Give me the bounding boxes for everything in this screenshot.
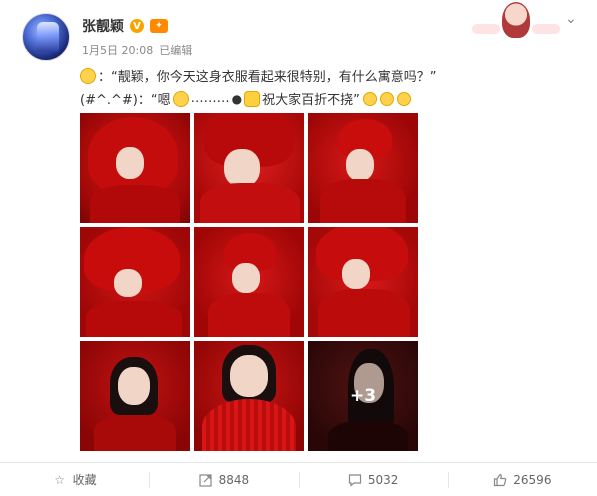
thumbs-up-icon xyxy=(493,473,507,487)
photo-thumbnail[interactable] xyxy=(194,341,304,451)
photo-thumbnail[interactable] xyxy=(80,113,190,223)
emoji-shock-icon xyxy=(244,90,261,107)
line2-text: 祝大家百折不挠” xyxy=(262,93,360,108)
post-text-line-1: ：“靓颖，你今天这身衣服看起来很特别，有什么寓意吗？” xyxy=(80,66,436,85)
repost-count: 8848 xyxy=(218,472,250,487)
line2-dots: ……… xyxy=(190,91,230,106)
avatar[interactable] xyxy=(22,13,70,61)
repost-button[interactable]: 8848 xyxy=(149,463,298,496)
comment-button[interactable]: 5032 xyxy=(298,463,448,496)
emoji-laugh-icon xyxy=(379,91,394,106)
verified-badge-icon: V xyxy=(130,19,144,33)
author-row: 张靓颖 V ✦ xyxy=(82,16,168,36)
photo-thumbnail[interactable] xyxy=(194,227,304,337)
photo-thumbnail[interactable] xyxy=(80,227,190,337)
star-icon: ☆ xyxy=(54,472,65,487)
photo-thumbnail[interactable] xyxy=(308,113,418,223)
card-decoration-image xyxy=(472,2,560,40)
emoji-smile-icon xyxy=(172,90,189,107)
emoji-face-icon xyxy=(80,67,96,84)
bulb-icon: ● xyxy=(231,91,243,106)
like-count: 26596 xyxy=(513,472,552,487)
collect-label: 收藏 xyxy=(72,473,97,487)
photo-grid: +3 xyxy=(80,113,419,452)
more-photos-overlay[interactable]: +3 xyxy=(308,341,418,451)
post-meta: 1月5日 20:08 已编辑 xyxy=(82,42,192,58)
line2-prefix: (#^.^#)：“嗯 xyxy=(80,93,171,108)
photo-thumbnail[interactable] xyxy=(308,227,418,337)
collect-button[interactable]: ☆ 收藏 xyxy=(0,463,149,496)
photo-thumbnail[interactable]: +3 xyxy=(308,341,418,451)
like-button[interactable]: 26596 xyxy=(447,463,597,496)
edited-label[interactable]: 已编辑 xyxy=(159,42,192,58)
comment-count: 5032 xyxy=(367,472,399,487)
chevron-down-icon[interactable]: ⌄ xyxy=(565,12,579,26)
username[interactable]: 张靓颖 xyxy=(82,16,124,36)
weibo-post: 张靓颖 V ✦ 1月5日 20:08 已编辑 ⌄ ：“靓颖，你今天这身衣服看起来… xyxy=(0,0,597,496)
more-photos-count: +3 xyxy=(349,386,377,406)
photo-thumbnail[interactable] xyxy=(194,113,304,223)
emoji-laugh-icon xyxy=(396,91,411,106)
post-text-line-2: (#^.^#)：“嗯 ……… ● 祝大家百折不挠” xyxy=(80,89,411,108)
action-bar: ☆ 收藏 8848 5032 26596 xyxy=(0,462,597,496)
photo-thumbnail[interactable] xyxy=(80,341,190,451)
repost-icon xyxy=(198,473,213,487)
line1-text: ：“靓颖，你今天这身衣服看起来很特别，有什么寓意吗？” xyxy=(98,70,437,85)
member-badge-icon: ✦ xyxy=(150,19,168,33)
post-date[interactable]: 1月5日 20:08 xyxy=(82,42,153,58)
comment-icon xyxy=(348,473,362,487)
emoji-laugh-icon xyxy=(362,91,377,106)
